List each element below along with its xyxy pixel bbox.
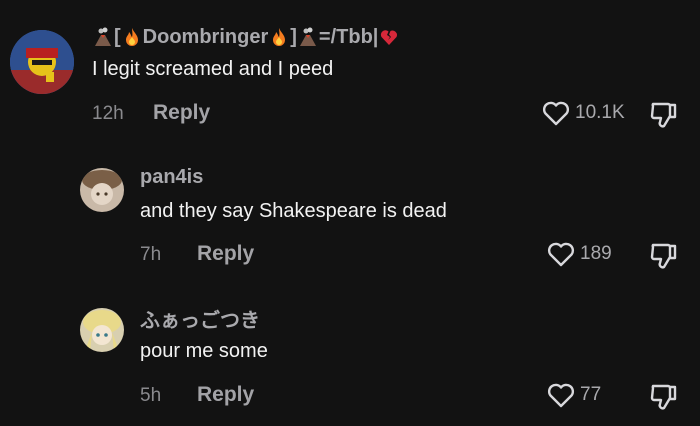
reply-button[interactable]: Reply — [153, 101, 210, 125]
like-count: 189 — [580, 243, 612, 264]
avatar[interactable] — [80, 308, 124, 352]
username-open-bracket: [ — [114, 25, 121, 48]
reply-item: ふぁっごつき pour me some 5h Reply 77 — [0, 290, 700, 426]
avatar-image — [80, 168, 124, 212]
comment-text: I legit screamed and I peed — [92, 58, 334, 80]
comment-time: 5h — [140, 385, 162, 406]
reply-item: pan4is and they say Shakespeare is dead … — [0, 150, 700, 290]
comment-text: and they say Shakespeare is dead — [140, 200, 447, 222]
like-button[interactable]: 77 — [546, 381, 601, 409]
dislike-button[interactable] — [648, 382, 678, 417]
username-name: Doombringer — [142, 25, 269, 48]
heart-icon — [547, 242, 575, 267]
comment-text: pour me some — [140, 340, 268, 362]
like-button[interactable]: 189 — [546, 240, 612, 268]
dislike-button[interactable] — [648, 241, 678, 276]
comment-time: 7h — [140, 244, 162, 265]
broken-heart-icon — [381, 30, 398, 45]
heart-icon — [547, 383, 575, 408]
avatar[interactable] — [80, 168, 124, 212]
volcano-icon — [299, 27, 316, 46]
comment-username[interactable]: pan4is — [140, 165, 203, 189]
like-count: 10.1K — [575, 102, 625, 123]
username-suffix: =/Tbb| — [318, 25, 379, 48]
dislike-icon — [650, 384, 677, 410]
fire-icon — [125, 28, 138, 46]
comment-username[interactable]: [ Doombringer ] =/Tbb| — [92, 25, 400, 49]
comment-time: 12h — [92, 103, 124, 124]
fire-icon — [273, 28, 286, 46]
avatar-image — [80, 308, 124, 352]
reply-button[interactable]: Reply — [197, 383, 254, 407]
volcano-icon — [95, 27, 111, 46]
reply-button[interactable]: Reply — [197, 242, 254, 266]
avatar[interactable] — [10, 30, 74, 94]
dislike-icon — [650, 243, 677, 269]
like-count: 77 — [580, 384, 602, 405]
heart-icon — [542, 101, 570, 126]
username-close-bracket: ] — [290, 25, 297, 48]
comment-username[interactable]: ふぁっごつき — [140, 306, 260, 332]
comment-item: [ Doombringer ] =/Tbb| I legit screamed … — [0, 0, 700, 150]
like-button[interactable]: 10.1K — [541, 99, 625, 127]
dislike-button[interactable] — [648, 100, 678, 135]
avatar-image — [10, 30, 74, 94]
dislike-icon — [650, 102, 677, 128]
